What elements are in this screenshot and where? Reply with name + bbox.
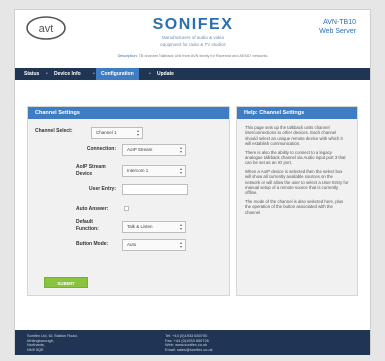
aoip-device-value: Intercom 1 [127, 168, 149, 173]
button-mode-select[interactable]: Auto ▴ ▾ [122, 239, 186, 251]
help-paragraph: This page sets up the talkback units cha… [245, 125, 343, 146]
avt-logo: avt [26, 16, 66, 40]
default-function-select[interactable]: Talk & Listen ▴ ▾ [122, 221, 186, 233]
description-text: TB channel Talkback Unit from AVN family… [138, 54, 268, 58]
button-mode-value: Auto [127, 242, 137, 247]
main-content: Channel Settings Channel Select: Channel… [15, 80, 370, 330]
channel-select[interactable]: Channel 1 ▴ ▾ [91, 127, 143, 139]
footer-address: Sonifex Ltd, 61 Station Road, Irthlingbo… [27, 333, 78, 353]
nav-bar: Status • Device Info • Configuration • U… [15, 68, 370, 80]
channel-select-value: Channel 1 [96, 130, 117, 135]
auto-answer-checkbox[interactable] [124, 206, 129, 211]
description-row: Description: TB channel Talkback Unit fr… [15, 54, 370, 58]
help-title: Help: Channel Settings [237, 107, 357, 119]
help-paragraph: There is also the ability to connect to … [245, 149, 346, 166]
help-panel: Help: Channel Settings This page sets up… [236, 106, 358, 296]
header: avt SONIFEX Manufacturers of audio & vid… [15, 10, 370, 68]
footer-email-link[interactable]: Email: sales@sonifex.co.uk [165, 347, 213, 353]
select-arrows-icon: ▴ ▾ [136, 128, 139, 137]
nav-status[interactable]: Status [19, 68, 44, 80]
connection-value: AoIP Stream [127, 147, 153, 152]
brand-tagline-2: equipment for radio & TV studios [160, 41, 226, 47]
page-container: avt SONIFEX Manufacturers of audio & vid… [14, 9, 371, 355]
default-function-label: Default Function: [76, 219, 99, 232]
submit-button[interactable]: SUBMIT [44, 277, 88, 288]
default-function-value: Talk & Listen [127, 224, 153, 229]
select-arrows-icon: ▴ ▾ [179, 240, 182, 249]
channel-select-label: Channel Select: [35, 128, 73, 134]
aoip-device-label: AoIP Stream Device [76, 164, 106, 177]
help-paragraph: The mode of the channel is also selected… [245, 199, 344, 215]
select-arrows-icon: ▴ ▾ [179, 166, 182, 175]
model-name: AVN-TB10 [323, 19, 356, 26]
channel-settings-title: Channel Settings [28, 107, 229, 119]
help-paragraph: When a AoIP device is selected then the … [245, 169, 349, 196]
user-entry-input[interactable] [122, 184, 188, 195]
user-entry-label: User Entry: [89, 186, 116, 192]
select-arrows-icon: ▴ ▾ [179, 222, 182, 231]
aoip-device-select[interactable]: Intercom 1 ▴ ▾ [122, 165, 186, 177]
nav-device-info[interactable]: Device Info [49, 68, 86, 80]
brand-tagline-1: Manufacturers of audio & video [161, 35, 225, 40]
auto-answer-label: Auto Answer: [76, 206, 109, 212]
connection-label: Connection: [86, 146, 116, 152]
brand-block: SONIFEX Manufacturers of audio & video e… [133, 16, 253, 47]
model-subtitle: Web Server [319, 27, 356, 35]
nav-update[interactable]: Update [152, 68, 179, 80]
button-mode-label: Button Mode: [76, 241, 109, 247]
footer: Sonifex Ltd, 61 Station Road, Irthlingbo… [15, 330, 370, 355]
brand-name: SONIFEX [152, 16, 234, 33]
nav-configuration[interactable]: Configuration [96, 68, 139, 80]
footer-contact: Tel: +44 (0)1933 650700 Fax: +44 (0)1933… [165, 333, 213, 353]
model-block: AVN-TB10 Web Server [319, 19, 356, 36]
svg-text:avt: avt [39, 23, 54, 35]
connection-select[interactable]: AoIP Stream ▴ ▾ [122, 144, 186, 156]
select-arrows-icon: ▴ ▾ [179, 145, 182, 154]
help-text: This page sets up the talkback units cha… [245, 125, 349, 218]
description-label: Description: [117, 54, 138, 58]
channel-settings-panel: Channel Settings Channel Select: Channel… [27, 106, 230, 296]
